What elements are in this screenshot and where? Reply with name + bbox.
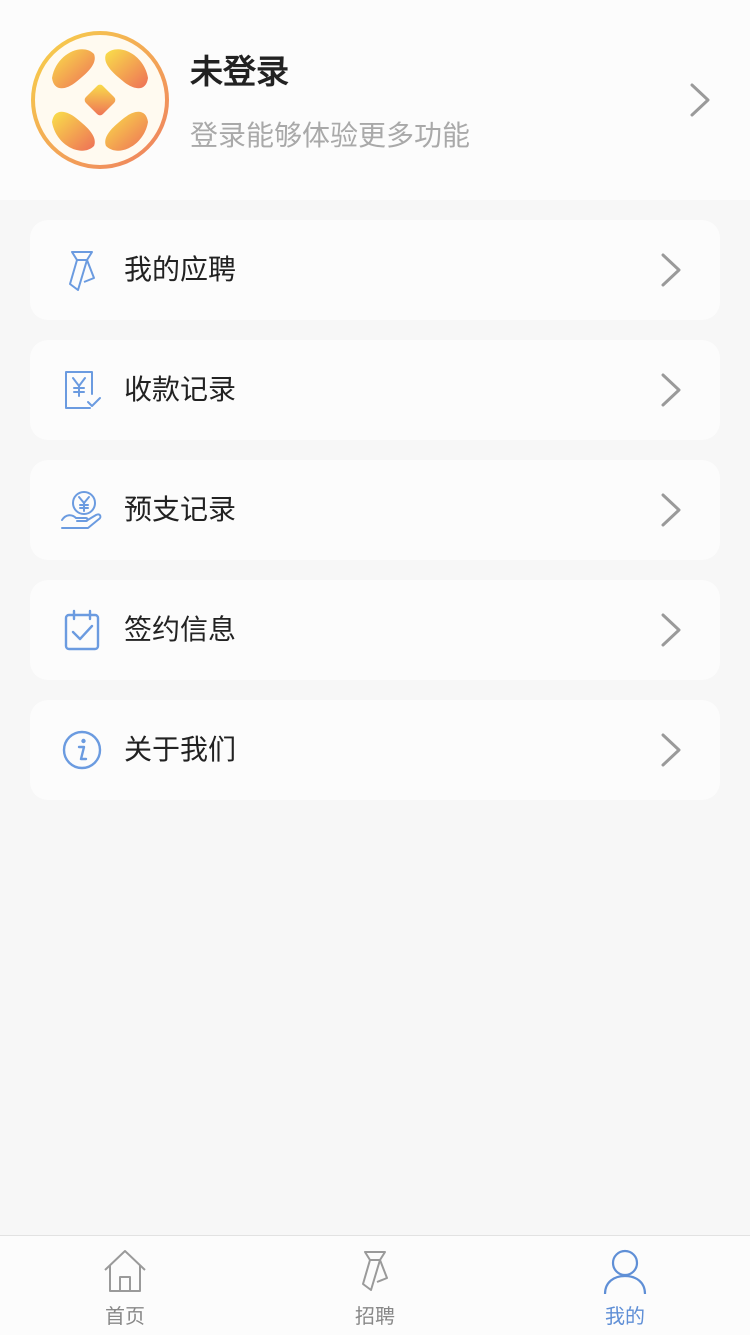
tie-icon	[69, 251, 95, 291]
profile-header[interactable]: 未登录 登录能够体验更多功能	[0, 0, 750, 200]
menu-item-advance-records[interactable]: 预支记录	[30, 460, 720, 560]
tab-label: 招聘	[355, 1304, 395, 1328]
menu-item-contract-info[interactable]: 签约信息	[30, 580, 720, 680]
tab-label: 首页	[105, 1304, 145, 1328]
chevron-right-icon	[661, 253, 681, 287]
tie-icon	[362, 1251, 388, 1291]
login-prompt-text: 登录能够体验更多功能	[190, 119, 471, 152]
chevron-right-icon	[661, 493, 681, 527]
yuan-hand-icon	[61, 491, 102, 529]
chevron-right-icon	[690, 83, 710, 117]
tab-recruit[interactable]: 招聘	[250, 1236, 500, 1335]
menu-item-my-applications[interactable]: 我的应聘	[30, 220, 720, 320]
user-icon	[603, 1249, 647, 1294]
menu-item-label: 预支记录	[124, 493, 237, 526]
info-icon	[62, 730, 102, 770]
tab-mine[interactable]: 我的	[500, 1236, 750, 1335]
menu-item-about-us[interactable]: 关于我们	[30, 700, 720, 800]
coin-logo-icon	[31, 31, 169, 169]
calendar-check-icon	[64, 609, 100, 651]
menu-item-label: 关于我们	[124, 733, 237, 766]
menu-item-label: 收款记录	[124, 373, 237, 406]
login-status-title: 未登录	[190, 52, 289, 91]
chevron-right-icon	[661, 613, 681, 647]
menu-item-label: 我的应聘	[124, 253, 237, 286]
bottom-tab-bar: 首页 招聘 我的	[0, 1235, 750, 1335]
home-icon	[104, 1250, 146, 1292]
yuan-receipt-icon	[65, 371, 101, 409]
tab-label: 我的	[605, 1304, 645, 1328]
chevron-right-icon	[661, 373, 681, 407]
chevron-right-icon	[661, 733, 681, 767]
menu-item-payment-records[interactable]: 收款记录	[30, 340, 720, 440]
menu-item-label: 签约信息	[124, 613, 237, 646]
tab-home[interactable]: 首页	[0, 1236, 250, 1335]
